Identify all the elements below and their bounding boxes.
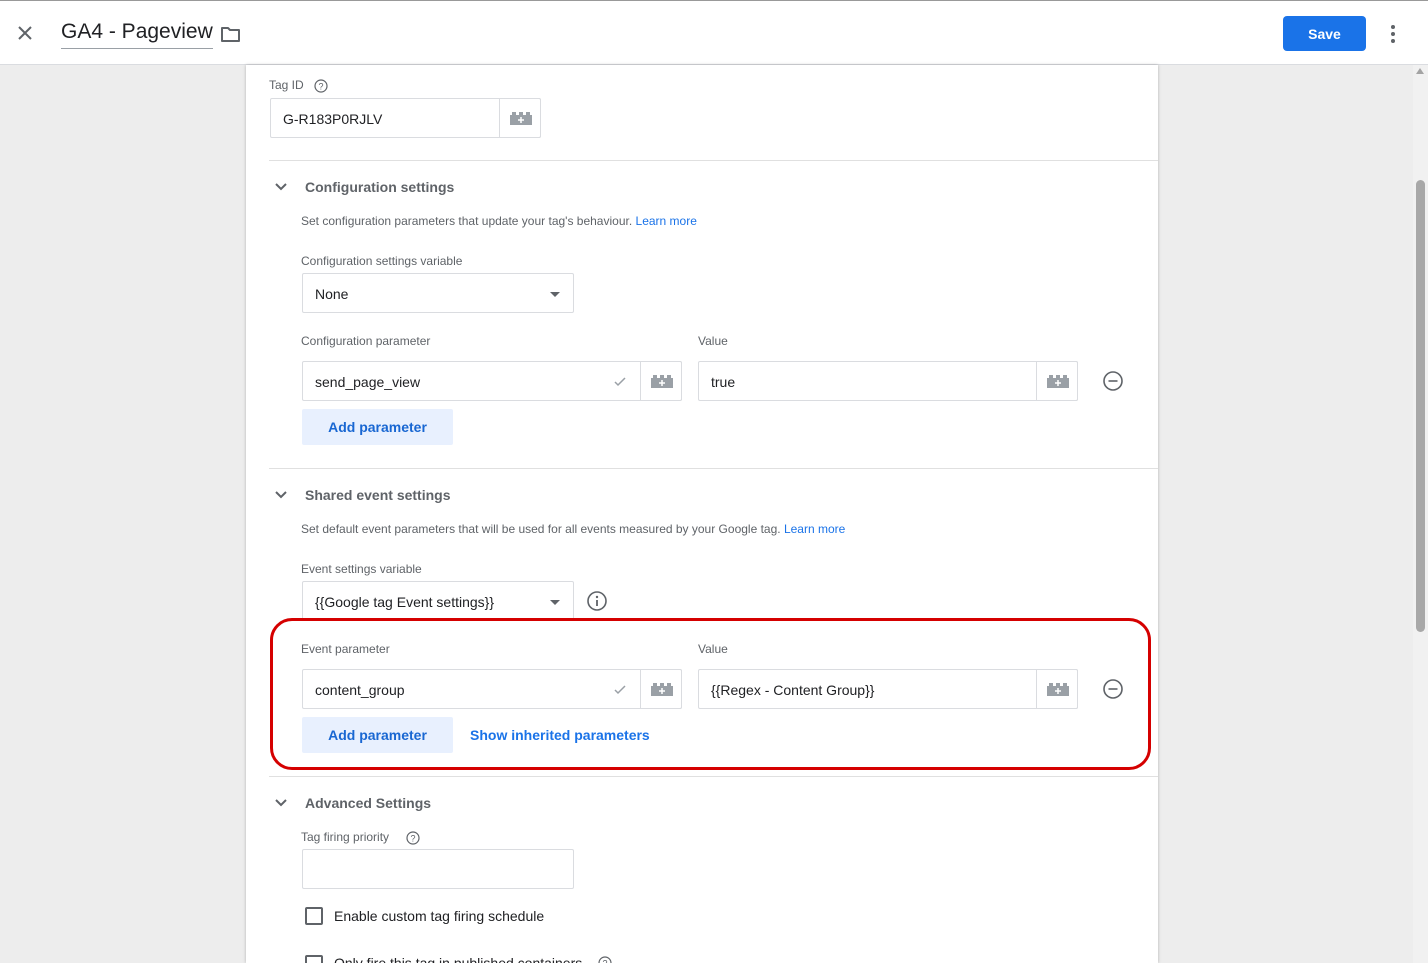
learn-more-link[interactable]: Learn more — [636, 214, 697, 228]
dropdown-arrow-icon — [550, 292, 560, 297]
divider — [269, 776, 1158, 777]
variable-brick-icon — [510, 112, 532, 125]
help-icon[interactable]: ? — [314, 79, 328, 93]
remove-row-icon[interactable] — [1102, 678, 1124, 700]
divider — [269, 468, 1158, 469]
variable-picker-button[interactable] — [499, 98, 541, 138]
svg-text:?: ? — [410, 834, 415, 844]
event-value-value: {{Regex - Content Group}} — [711, 682, 875, 698]
variable-picker-button[interactable] — [1036, 669, 1078, 709]
help-icon[interactable]: ? — [406, 831, 420, 845]
add-event-parameter-button[interactable]: Add parameter — [302, 717, 453, 753]
tag-id-field[interactable]: G-R183P0RJLV — [270, 98, 541, 138]
event-variable-label: Event settings variable — [301, 562, 422, 576]
advanced-section-title[interactable]: Advanced Settings — [305, 795, 431, 811]
svg-text:?: ? — [602, 959, 607, 963]
variable-picker-button[interactable] — [640, 361, 682, 401]
config-value-field[interactable]: true — [698, 361, 1078, 401]
event-variable-select[interactable]: {{Google tag Event settings}} — [302, 581, 574, 621]
shared-description: Set default event parameters that will b… — [301, 522, 846, 536]
add-config-parameter-button[interactable]: Add parameter — [302, 409, 453, 445]
variable-brick-icon — [1047, 375, 1069, 388]
divider — [269, 160, 1158, 161]
more-options-button[interactable] — [1381, 22, 1405, 46]
config-param-label: Configuration parameter — [301, 334, 431, 348]
info-icon[interactable] — [586, 590, 608, 612]
tag-name[interactable]: GA4 - Pageview — [61, 20, 213, 49]
config-param-value: send_page_view — [315, 374, 421, 390]
config-variable-label: Configuration settings variable — [301, 254, 463, 268]
remove-row-icon[interactable] — [1102, 370, 1124, 392]
event-variable-value: {{Google tag Event settings}} — [315, 594, 495, 610]
config-value-value: true — [711, 374, 736, 390]
shared-section-title[interactable]: Shared event settings — [305, 487, 451, 503]
variable-picker-button[interactable] — [1036, 361, 1078, 401]
priority-label: Tag firing priority — [301, 830, 390, 844]
custom-schedule-label: Enable custom tag firing schedule — [334, 908, 545, 924]
more-vert-icon — [1391, 25, 1395, 43]
help-icon[interactable]: ? — [598, 956, 612, 963]
variable-brick-icon — [1047, 683, 1069, 696]
event-param-value: content_group — [315, 682, 405, 698]
priority-input[interactable] — [302, 849, 574, 889]
folder-button[interactable] — [219, 22, 243, 46]
chevron-down-icon[interactable] — [271, 793, 291, 813]
close-button[interactable] — [13, 21, 37, 45]
variable-brick-icon — [651, 683, 673, 696]
config-value-label: Value — [698, 334, 728, 348]
svg-text:?: ? — [318, 82, 323, 92]
check-icon — [614, 685, 626, 695]
check-icon — [614, 377, 626, 387]
published-only-checkbox[interactable] — [305, 955, 323, 963]
scrollbar-thumb[interactable] — [1416, 180, 1425, 632]
event-param-field[interactable]: content_group — [302, 669, 682, 709]
top-bar: GA4 - Pageview Save — [0, 0, 1428, 65]
save-button[interactable]: Save — [1283, 16, 1366, 51]
variable-picker-button[interactable] — [640, 669, 682, 709]
event-param-label: Event parameter — [301, 642, 390, 656]
scroll-up-arrow-icon[interactable] — [1416, 68, 1424, 74]
tag-id-label: Tag ID — [269, 78, 304, 92]
published-only-label: Only fire this tag in published containe… — [334, 955, 583, 963]
config-variable-value: None — [315, 286, 349, 302]
custom-schedule-checkbox[interactable] — [305, 907, 323, 925]
config-section-title[interactable]: Configuration settings — [305, 179, 454, 195]
learn-more-link[interactable]: Learn more — [784, 522, 845, 536]
config-variable-select[interactable]: None — [302, 273, 574, 313]
config-param-field[interactable]: send_page_view — [302, 361, 682, 401]
dropdown-arrow-icon — [550, 600, 560, 605]
show-inherited-parameters-button[interactable]: Show inherited parameters — [470, 727, 650, 743]
chevron-down-icon[interactable] — [271, 485, 291, 505]
scrollbar[interactable] — [1413, 65, 1428, 963]
tag-config-panel: Tag ID ? G-R183P0RJLV Configuration sett… — [246, 65, 1158, 963]
folder-icon — [221, 27, 240, 42]
close-icon — [18, 26, 32, 40]
event-value-field[interactable]: {{Regex - Content Group}} — [698, 669, 1078, 709]
config-description: Set configuration parameters that update… — [301, 214, 697, 228]
event-value-label: Value — [698, 642, 728, 656]
variable-brick-icon — [651, 375, 673, 388]
tag-id-value: G-R183P0RJLV — [283, 111, 383, 127]
chevron-down-icon[interactable] — [271, 177, 291, 197]
